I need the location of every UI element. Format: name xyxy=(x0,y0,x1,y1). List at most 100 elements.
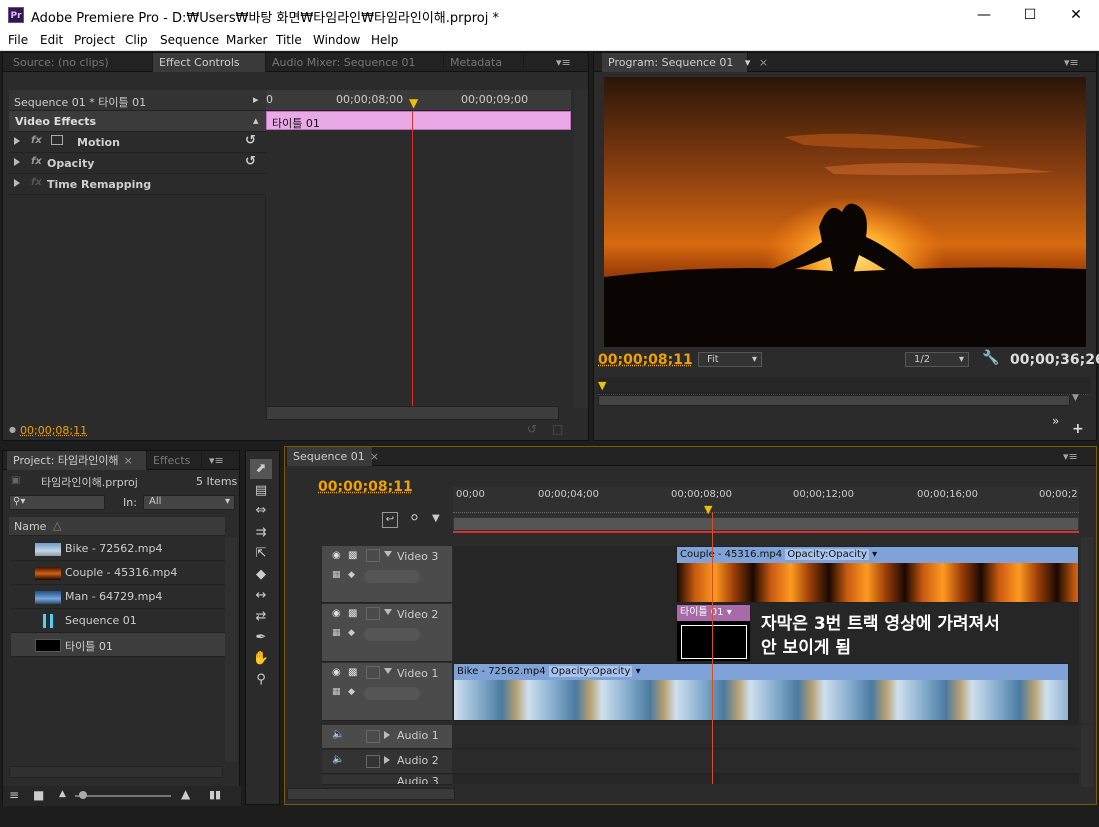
panel-menu-icon[interactable]: ▾≡ xyxy=(1063,450,1078,463)
set-marker-icon[interactable]: ⚪ xyxy=(409,511,420,526)
collapse-triangle-icon[interactable] xyxy=(384,551,392,557)
ec-effect-time-remapping[interactable]: fx Time Remapping xyxy=(9,174,266,195)
expand-triangle-icon[interactable] xyxy=(384,756,390,764)
program-zoom-scrollbar[interactable] xyxy=(598,395,1070,406)
automate-to-sequence-icon[interactable]: ▲ xyxy=(181,787,190,801)
collapse-triangle-icon[interactable] xyxy=(384,609,392,615)
keyframe-navigator[interactable] xyxy=(364,570,420,583)
expand-triangle-icon[interactable] xyxy=(384,731,390,739)
ec-effect-motion[interactable]: fx Motion ↺ xyxy=(9,132,266,153)
sync-lock-icon[interactable]: ▩ xyxy=(348,550,357,561)
menu-window[interactable]: Window xyxy=(313,33,360,47)
track-header-video-3[interactable]: ◉ ▩ Video 3 ▦ ◆ xyxy=(322,546,452,603)
close-tab-icon[interactable]: × xyxy=(759,56,768,69)
tab-audio-mixer[interactable]: Audio Mixer: Sequence 01 xyxy=(266,53,444,72)
track-header-audio-2[interactable]: 🔈 Audio 2 xyxy=(322,750,452,774)
add-button-icon[interactable]: + xyxy=(1072,421,1084,437)
sort-ascending-icon[interactable]: △ xyxy=(53,519,61,532)
video-tracks-scrollbar[interactable] xyxy=(1081,537,1093,723)
close-icon[interactable]: ✕ xyxy=(1053,0,1099,30)
list-view-icon[interactable]: ≡ xyxy=(9,788,19,802)
tab-project[interactable]: Project: 타임라인이해 × xyxy=(7,451,147,470)
close-tab-icon[interactable]: × xyxy=(370,450,379,463)
ec-effect-opacity[interactable]: fx Opacity ↺ xyxy=(9,153,266,174)
display-style-icon[interactable]: ▦ xyxy=(332,570,341,580)
display-style-icon[interactable]: ▦ xyxy=(332,687,341,697)
ec-timecode[interactable]: 00;00;08;11 xyxy=(20,424,87,437)
keyframe-icon[interactable]: ◆ xyxy=(348,570,355,580)
program-current-timecode[interactable]: 00;00;08;11 xyxy=(598,352,693,368)
menu-marker[interactable]: Marker xyxy=(226,33,267,47)
speaker-icon[interactable]: 🔈 xyxy=(332,754,344,765)
eye-icon[interactable]: ◉ xyxy=(332,667,341,678)
scroll-arrow-icon[interactable]: ▼ xyxy=(1072,393,1079,403)
chevron-down-icon[interactable]: ▾ xyxy=(636,666,641,677)
tab-source[interactable]: Source: (no clips) xyxy=(7,53,153,72)
expand-triangle-icon[interactable] xyxy=(14,158,20,166)
ec-expand-icon[interactable]: ▸ xyxy=(253,93,259,106)
project-horizontal-scrollbar[interactable] xyxy=(9,766,223,778)
collapse-triangle-icon[interactable] xyxy=(384,668,392,674)
couple-clip-fx-label[interactable]: Opacity:Opacity xyxy=(785,549,869,560)
program-playhead-icon[interactable]: ▼ xyxy=(598,379,606,392)
project-item[interactable]: Couple - 45316.mp4 xyxy=(11,561,225,585)
project-item[interactable]: Bike - 72562.mp4 xyxy=(11,537,225,561)
track-header-audio-1[interactable]: 🔈 Audio 1 xyxy=(322,725,452,749)
keyframe-navigator[interactable] xyxy=(364,687,420,700)
ec-export-icon[interactable]: □ xyxy=(552,422,563,436)
zoom-slider-handle[interactable] xyxy=(79,791,87,799)
keyframe-icon[interactable]: ◆ xyxy=(348,628,355,638)
in-dropdown[interactable]: All ▾ xyxy=(143,495,235,510)
couple-clip[interactable]: Couple - 45316.mp4 Opacity:Opacity ▾ xyxy=(676,546,1079,603)
pen-tool-icon[interactable]: ✒ xyxy=(250,628,272,648)
track-select-tool-icon[interactable]: ▤ xyxy=(250,481,272,501)
sequence-timecode[interactable]: 00;00;08;11 xyxy=(318,479,413,495)
icon-view-icon[interactable]: ■ xyxy=(33,788,44,802)
keyframe-navigator[interactable] xyxy=(364,628,420,641)
ec-horizontal-scrollbar[interactable] xyxy=(266,406,559,420)
snap-icon[interactable]: ↩ xyxy=(382,512,398,528)
sync-lock-icon[interactable]: ▩ xyxy=(348,667,357,678)
expand-triangle-icon[interactable] xyxy=(14,179,20,187)
menu-edit[interactable]: Edit xyxy=(40,33,63,47)
chevron-down-icon[interactable]: ▾ xyxy=(872,549,877,560)
track-lock-toggle[interactable] xyxy=(366,549,380,562)
find-icon[interactable]: ▮▮ xyxy=(209,788,221,801)
menu-help[interactable]: Help xyxy=(371,33,398,47)
track-header-audio-3[interactable]: Audio 3 xyxy=(322,775,452,785)
hand-tool-icon[interactable]: ✋ xyxy=(250,649,272,669)
project-item-selected[interactable]: 타이틀 01 xyxy=(11,633,225,657)
audio-tracks-scrollbar[interactable] xyxy=(1081,725,1093,787)
reset-icon[interactable]: ↺ xyxy=(245,154,256,169)
sequence-time-ruler[interactable]: 00;00 00;00;04;00 00;00;08;00 00;00;12;0… xyxy=(453,487,1079,533)
bike-clip[interactable]: Bike - 72562.mp4 Opacity:Opacity ▾ xyxy=(453,663,1069,721)
rate-stretch-tool-icon[interactable]: ⇱ xyxy=(250,544,272,564)
ec-playhead-icon[interactable]: ▼ xyxy=(409,96,418,110)
sync-lock-icon[interactable]: ▩ xyxy=(348,608,357,619)
audio-track-1-content[interactable] xyxy=(453,725,1079,749)
tab-sequence[interactable]: Sequence 01 × xyxy=(287,447,379,466)
eye-icon[interactable]: ◉ xyxy=(332,608,341,619)
ec-loop-icon[interactable]: ↺ xyxy=(527,422,537,436)
panel-menu-icon[interactable]: ▾≡ xyxy=(556,56,571,69)
track-header-video-2[interactable]: ◉ ▩ Video 2 ▦ ◆ xyxy=(322,604,452,662)
zoom-tool-icon[interactable]: ⚲ xyxy=(250,670,272,690)
title-clip[interactable]: 타이틀 01 ▾ xyxy=(676,604,751,662)
dropdown-icon[interactable]: ▾ xyxy=(745,56,751,69)
minimize-icon[interactable]: — xyxy=(961,0,1007,30)
ec-collapse-icon[interactable]: ▴ xyxy=(253,114,259,127)
expand-triangle-icon[interactable] xyxy=(14,137,20,145)
program-time-ruler[interactable]: ▼ xyxy=(598,377,1090,395)
zoom-slider[interactable] xyxy=(75,795,171,797)
ec-vertical-scrollbar[interactable] xyxy=(574,90,588,408)
selection-tool-icon[interactable]: ⬈ xyxy=(250,459,272,479)
track-lock-toggle[interactable] xyxy=(366,730,380,743)
tab-effect-controls[interactable]: Effect Controls xyxy=(153,53,266,72)
track-lock-toggle[interactable] xyxy=(366,755,380,768)
ripple-edit-tool-icon[interactable]: ⇔ xyxy=(250,501,272,521)
maximize-icon[interactable]: ☐ xyxy=(1007,0,1053,30)
name-column-header[interactable]: Name △ xyxy=(9,517,225,536)
bike-clip-fx-label[interactable]: Opacity:Opacity xyxy=(548,666,633,677)
track-lock-toggle[interactable] xyxy=(366,666,380,679)
audio-track-2-content[interactable] xyxy=(453,750,1079,774)
